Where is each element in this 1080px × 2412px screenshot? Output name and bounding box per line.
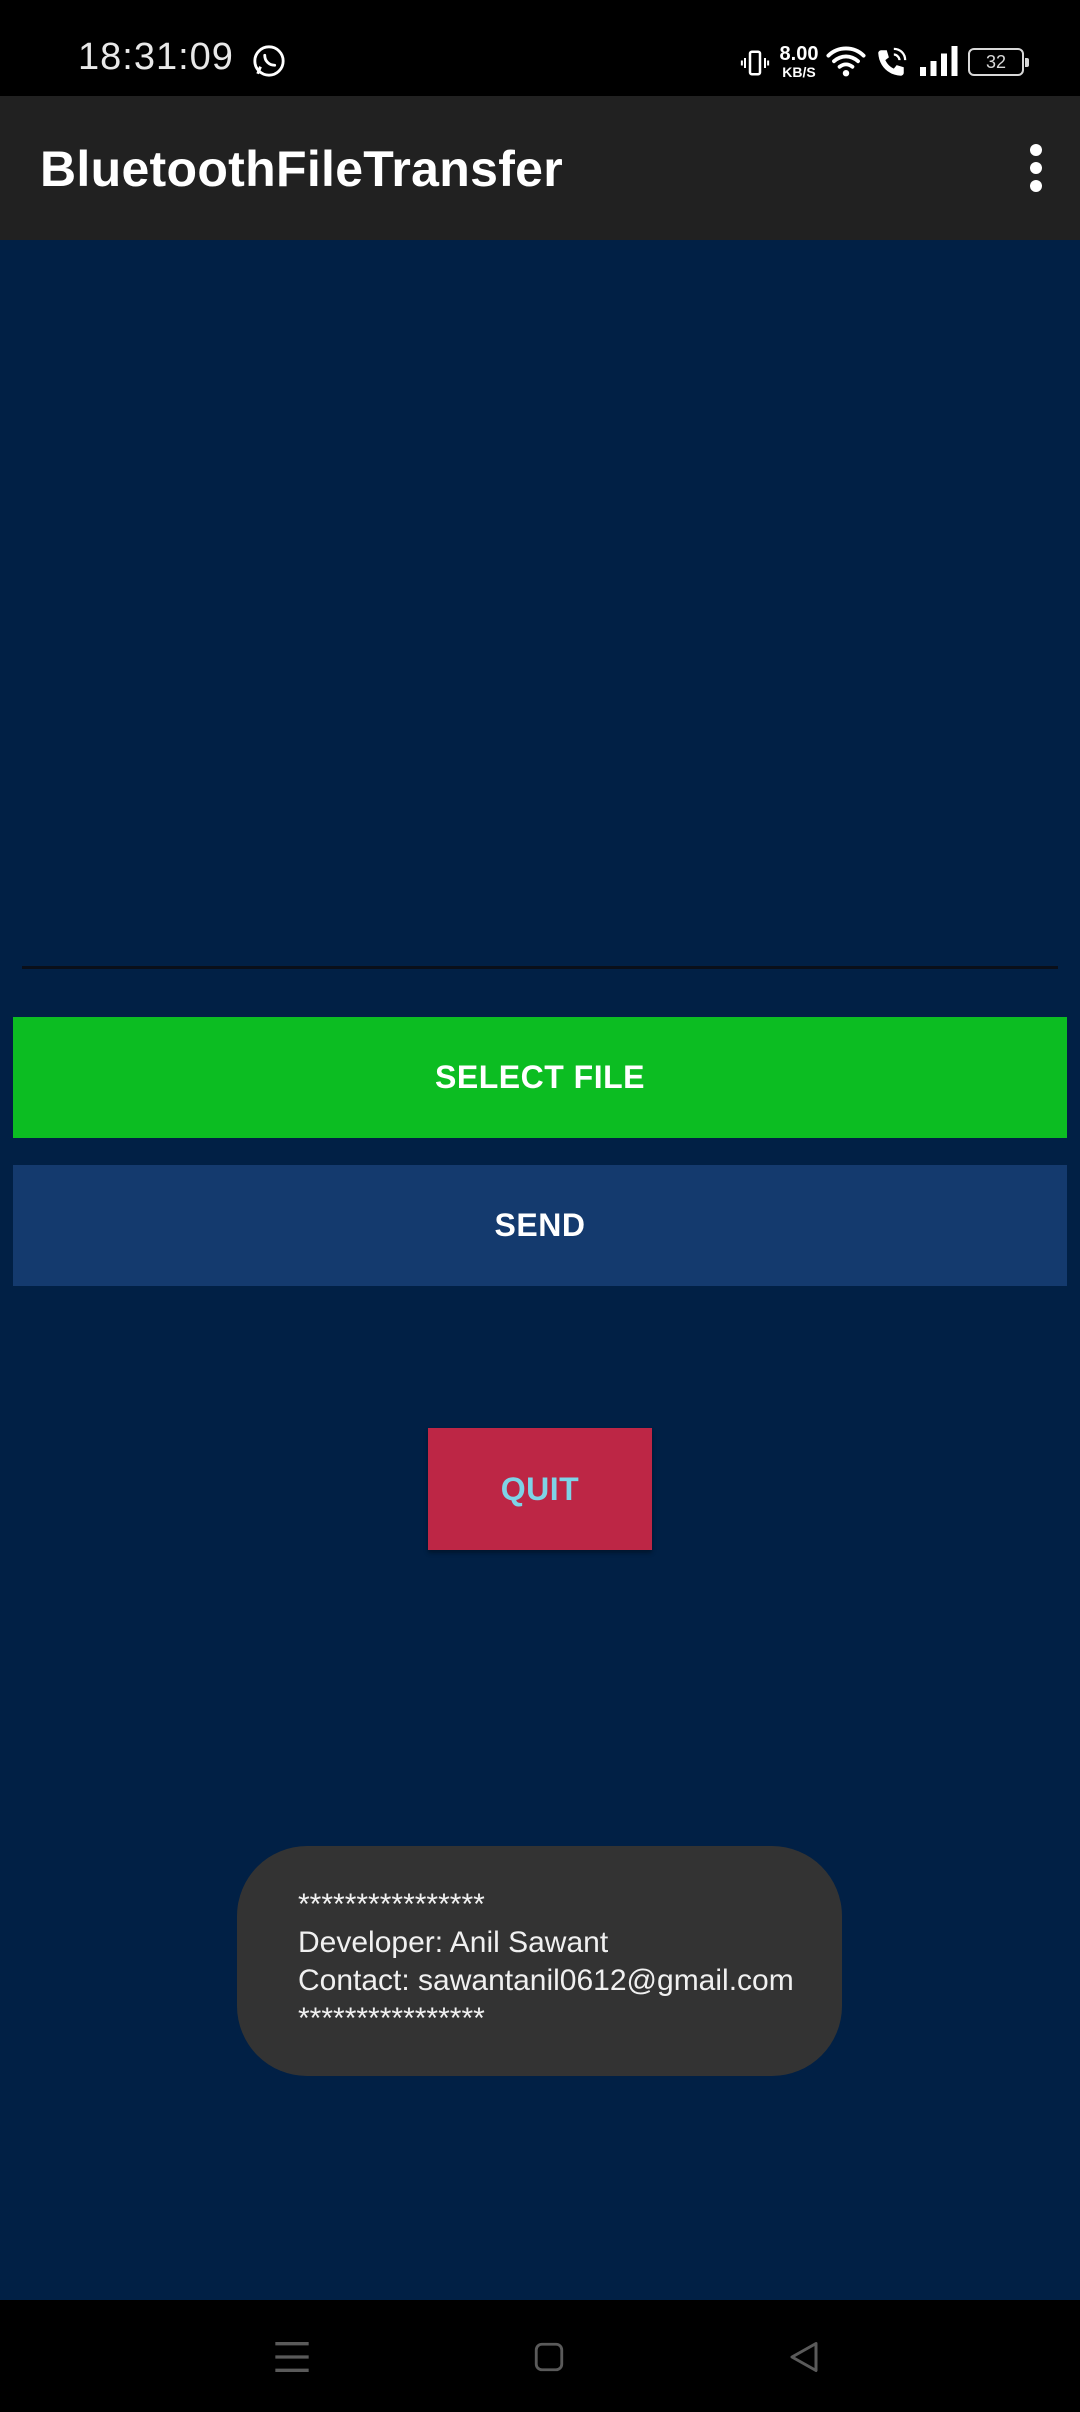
signal-icon — [920, 46, 958, 76]
main-content: SELECT FILE SEND QUIT **************** D… — [0, 240, 1080, 2300]
home-icon[interactable] — [532, 2340, 566, 2374]
send-button[interactable]: SEND — [13, 1165, 1067, 1286]
select-file-button[interactable]: SELECT FILE — [13, 1017, 1067, 1138]
toast-line-4: **************** — [298, 2002, 485, 2035]
toast-contact: Contact: sawantanil0612@gmail.com — [298, 1964, 794, 1997]
vibrate-icon — [740, 50, 770, 76]
battery-icon: 32 — [968, 48, 1029, 76]
back-icon[interactable] — [786, 2338, 822, 2376]
toast-developer: Developer: Anil Sawant — [298, 1926, 609, 1959]
battery-level: 32 — [985, 52, 1007, 72]
wifi-calling-icon — [878, 47, 907, 76]
app-bar: BluetoothFileTransfer — [0, 96, 1080, 240]
status-bar: 18:31:09 8.00 KB/S 32 — [0, 0, 1080, 96]
quit-button[interactable]: QUIT — [428, 1428, 652, 1550]
net-speed-unit: KB/S — [782, 64, 816, 80]
toast-line-1: **************** — [298, 1888, 485, 1921]
net-speed-value: 8.00 — [779, 43, 819, 65]
whatsapp-icon — [253, 45, 285, 77]
status-time: 18:31:09 — [78, 36, 234, 78]
nav-bar — [0, 2300, 1080, 2412]
developer-toast: **************** Developer: Anil Sawant … — [237, 1846, 842, 2076]
net-speed: 8.00 KB/S — [776, 44, 822, 79]
menu-icon[interactable] — [272, 2340, 312, 2374]
app-title: BluetoothFileTransfer — [40, 141, 564, 197]
wifi-icon — [826, 46, 866, 77]
more-vert-icon[interactable] — [1014, 136, 1058, 200]
file-text-area[interactable] — [22, 966, 1058, 969]
